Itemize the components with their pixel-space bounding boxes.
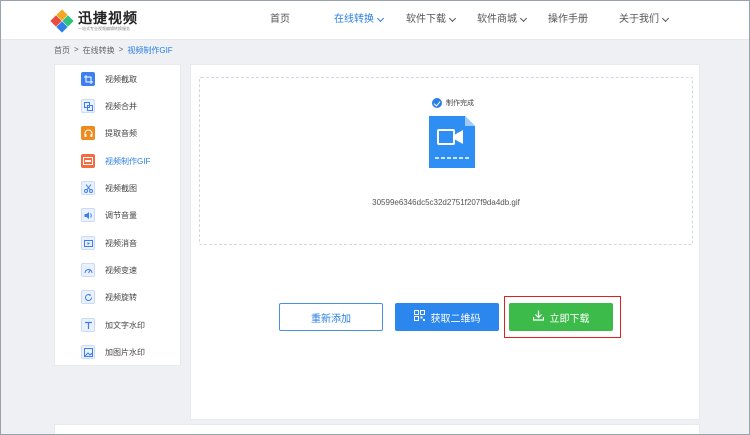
nav-software-download[interactable]: 软件下载 <box>406 0 477 40</box>
logo[interactable]: 迅捷视频 一站式专业视频编辑转换服务 <box>50 8 152 34</box>
re-add-label: 重新添加 <box>311 313 351 325</box>
sidebar-item-label: 视频截取 <box>105 74 137 84</box>
get-qrcode-label: 获取二维码 <box>430 313 481 325</box>
breadcrumb-section[interactable]: 在线转换 <box>83 45 115 56</box>
status-text: 制作完成 <box>446 100 474 107</box>
sidebar-item-label: 视频制作GIF <box>105 156 151 166</box>
footer-panel <box>54 424 700 435</box>
nav-about[interactable]: 关于我们 <box>619 0 683 40</box>
re-add-button[interactable]: 重新添加 <box>279 303 383 331</box>
merge-icon <box>81 99 95 113</box>
speed-icon <box>81 263 95 277</box>
result-area: 制作完成 30599e6346dc5c32d2751f207f9da4db.gi… <box>199 77 693 245</box>
brand-name: 迅捷视频 <box>78 9 138 26</box>
nav-online-convert[interactable]: 在线转换 <box>334 0 406 40</box>
video-file-icon <box>429 116 475 168</box>
main-panel: 制作完成 30599e6346dc5c32d2751f207f9da4db.gi… <box>190 64 700 420</box>
chevron-down-icon <box>448 14 457 23</box>
chevron-down-icon <box>376 14 385 23</box>
nav-software-store[interactable]: 软件商城 <box>477 0 548 40</box>
status-row: 制作完成 <box>432 98 474 108</box>
breadcrumb-separator: > <box>74 45 79 54</box>
brand-tagline: 一站式专业视频编辑转换服务 <box>78 25 130 31</box>
gif-icon <box>81 154 95 168</box>
chevron-down-icon <box>661 14 670 23</box>
breadcrumb-home[interactable]: 首页 <box>54 45 70 56</box>
breadcrumb: 首页 > 在线转换 > 视频制作GIF <box>54 45 173 56</box>
sidebar-item-video-gif[interactable]: 视频制作GIF <box>81 151 171 171</box>
sidebar-item-label: 视频合并 <box>105 101 137 111</box>
sidebar: 视频截取 视频合并 提取音频 视频制作GIF 视频截图 调节音量 视频消音 视频… <box>54 64 181 366</box>
nav-home[interactable]: 首页 <box>270 0 334 40</box>
sidebar-item-label: 视频消音 <box>105 238 137 248</box>
sidebar-item-text-watermark[interactable]: 加文字水印 <box>81 315 171 335</box>
sidebar-item-image-watermark[interactable]: 加图片水印 <box>81 342 171 362</box>
sidebar-item-label: 视频截图 <box>105 183 137 193</box>
nav-manual[interactable]: 操作手册 <box>548 0 619 40</box>
download-icon <box>532 310 544 324</box>
breadcrumb-current: 视频制作GIF <box>127 46 173 55</box>
sidebar-item-label: 加文字水印 <box>105 320 145 330</box>
check-circle-icon <box>432 98 442 108</box>
sidebar-item-label: 提取音频 <box>105 128 137 138</box>
logo-icon <box>50 9 74 33</box>
qrcode-icon <box>413 310 425 324</box>
sidebar-item-video-rotate[interactable]: 视频旋转 <box>81 287 171 307</box>
scissors-icon <box>81 181 95 195</box>
mute-icon <box>81 236 95 250</box>
get-qrcode-button[interactable]: 获取二维码 <box>395 303 499 331</box>
image-watermark-icon <box>81 345 95 359</box>
rotate-icon <box>81 290 95 304</box>
download-label: 立即下载 <box>549 313 590 325</box>
sidebar-item-label: 调节音量 <box>105 210 137 220</box>
sidebar-item-video-crop[interactable]: 视频截取 <box>81 69 171 89</box>
headphones-icon <box>81 126 95 140</box>
sidebar-item-label: 视频变速 <box>105 265 137 275</box>
sidebar-item-label: 加图片水印 <box>105 347 145 357</box>
sidebar-item-video-speed[interactable]: 视频变速 <box>81 260 171 280</box>
crop-icon <box>81 72 95 86</box>
sidebar-item-video-screenshot[interactable]: 视频截图 <box>81 178 171 198</box>
main-nav: 首页 在线转换 软件下载 软件商城 操作手册 关于我们 <box>270 0 683 40</box>
sidebar-item-video-merge[interactable]: 视频合并 <box>81 96 171 116</box>
header: 迅捷视频 一站式专业视频编辑转换服务 首页 在线转换 软件下载 软件商城 操作手… <box>0 0 750 40</box>
sidebar-item-adjust-volume[interactable]: 调节音量 <box>81 205 171 225</box>
output-filename[interactable]: 30599e6346dc5c32d2751f207f9da4db.gif <box>200 198 692 207</box>
download-button[interactable]: 立即下载 <box>509 303 613 331</box>
volume-icon <box>81 208 95 222</box>
chevron-down-icon <box>519 14 528 23</box>
sidebar-item-video-mute[interactable]: 视频消音 <box>81 233 171 253</box>
text-watermark-icon <box>81 318 95 332</box>
sidebar-item-label: 视频旋转 <box>105 292 137 302</box>
breadcrumb-separator: > <box>118 45 124 54</box>
sidebar-item-extract-audio[interactable]: 提取音频 <box>81 123 171 143</box>
